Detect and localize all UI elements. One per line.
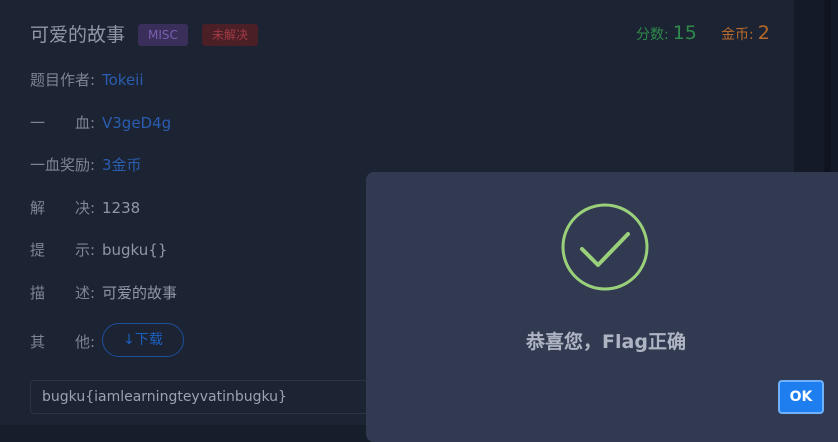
description-label: 描 述: [30,284,96,302]
author-label: 题目作者: [30,71,96,89]
hint-value: bugku{} [102,241,168,259]
ok-button[interactable]: OK [778,380,824,414]
status-badge: 未解决 [202,24,259,46]
hint-label: 提 示: [30,241,96,259]
first-blood-link[interactable]: V3geD4g [102,114,171,132]
download-label: 下载 [134,332,163,348]
success-message: 恭喜您，Flag正确 [526,331,686,353]
flag-input[interactable]: bugku{iamlearningteyvatinbugku} [30,380,410,414]
solves-value: 1238 [102,199,141,217]
solves-label: 解 决: [30,199,96,217]
points-label: 分数: [636,27,669,43]
coins-display: 金币: 2 [721,22,770,44]
author-link[interactable]: Tokeii [102,71,144,89]
hint-row: 提 示: bugku{} [30,239,167,260]
download-icon: ↓ [123,332,135,348]
points-display: 分数: 15 [636,22,697,44]
download-button[interactable]: ↓下载 [102,323,184,357]
other-label: 其 他: [30,333,96,351]
author-row: 题目作者: Tokeii [30,69,144,90]
first-blood-row: 一 血: V3geD4g [30,112,171,133]
first-blood-reward-label: 一血奖励: [30,156,96,174]
first-blood-reward-row: 一血奖励: 3金币 [30,154,142,175]
coins-value: 2 [757,22,770,44]
description-value: 可爱的故事 [102,284,178,302]
challenge-title: 可爱的故事 [30,24,126,46]
success-modal: 恭喜您，Flag正确 OK [366,172,838,442]
coins-label: 金币: [721,27,754,43]
first-blood-label: 一 血: [30,114,96,132]
first-blood-reward-value: 3金币 [102,156,142,174]
description-row: 描 述: 可爱的故事 [30,282,177,303]
success-check-icon [561,203,649,291]
category-badge: MISC [138,24,188,46]
solves-row: 解 决: 1238 [30,197,140,218]
points-value: 15 [672,22,697,44]
other-row: 其 他: [30,331,102,352]
